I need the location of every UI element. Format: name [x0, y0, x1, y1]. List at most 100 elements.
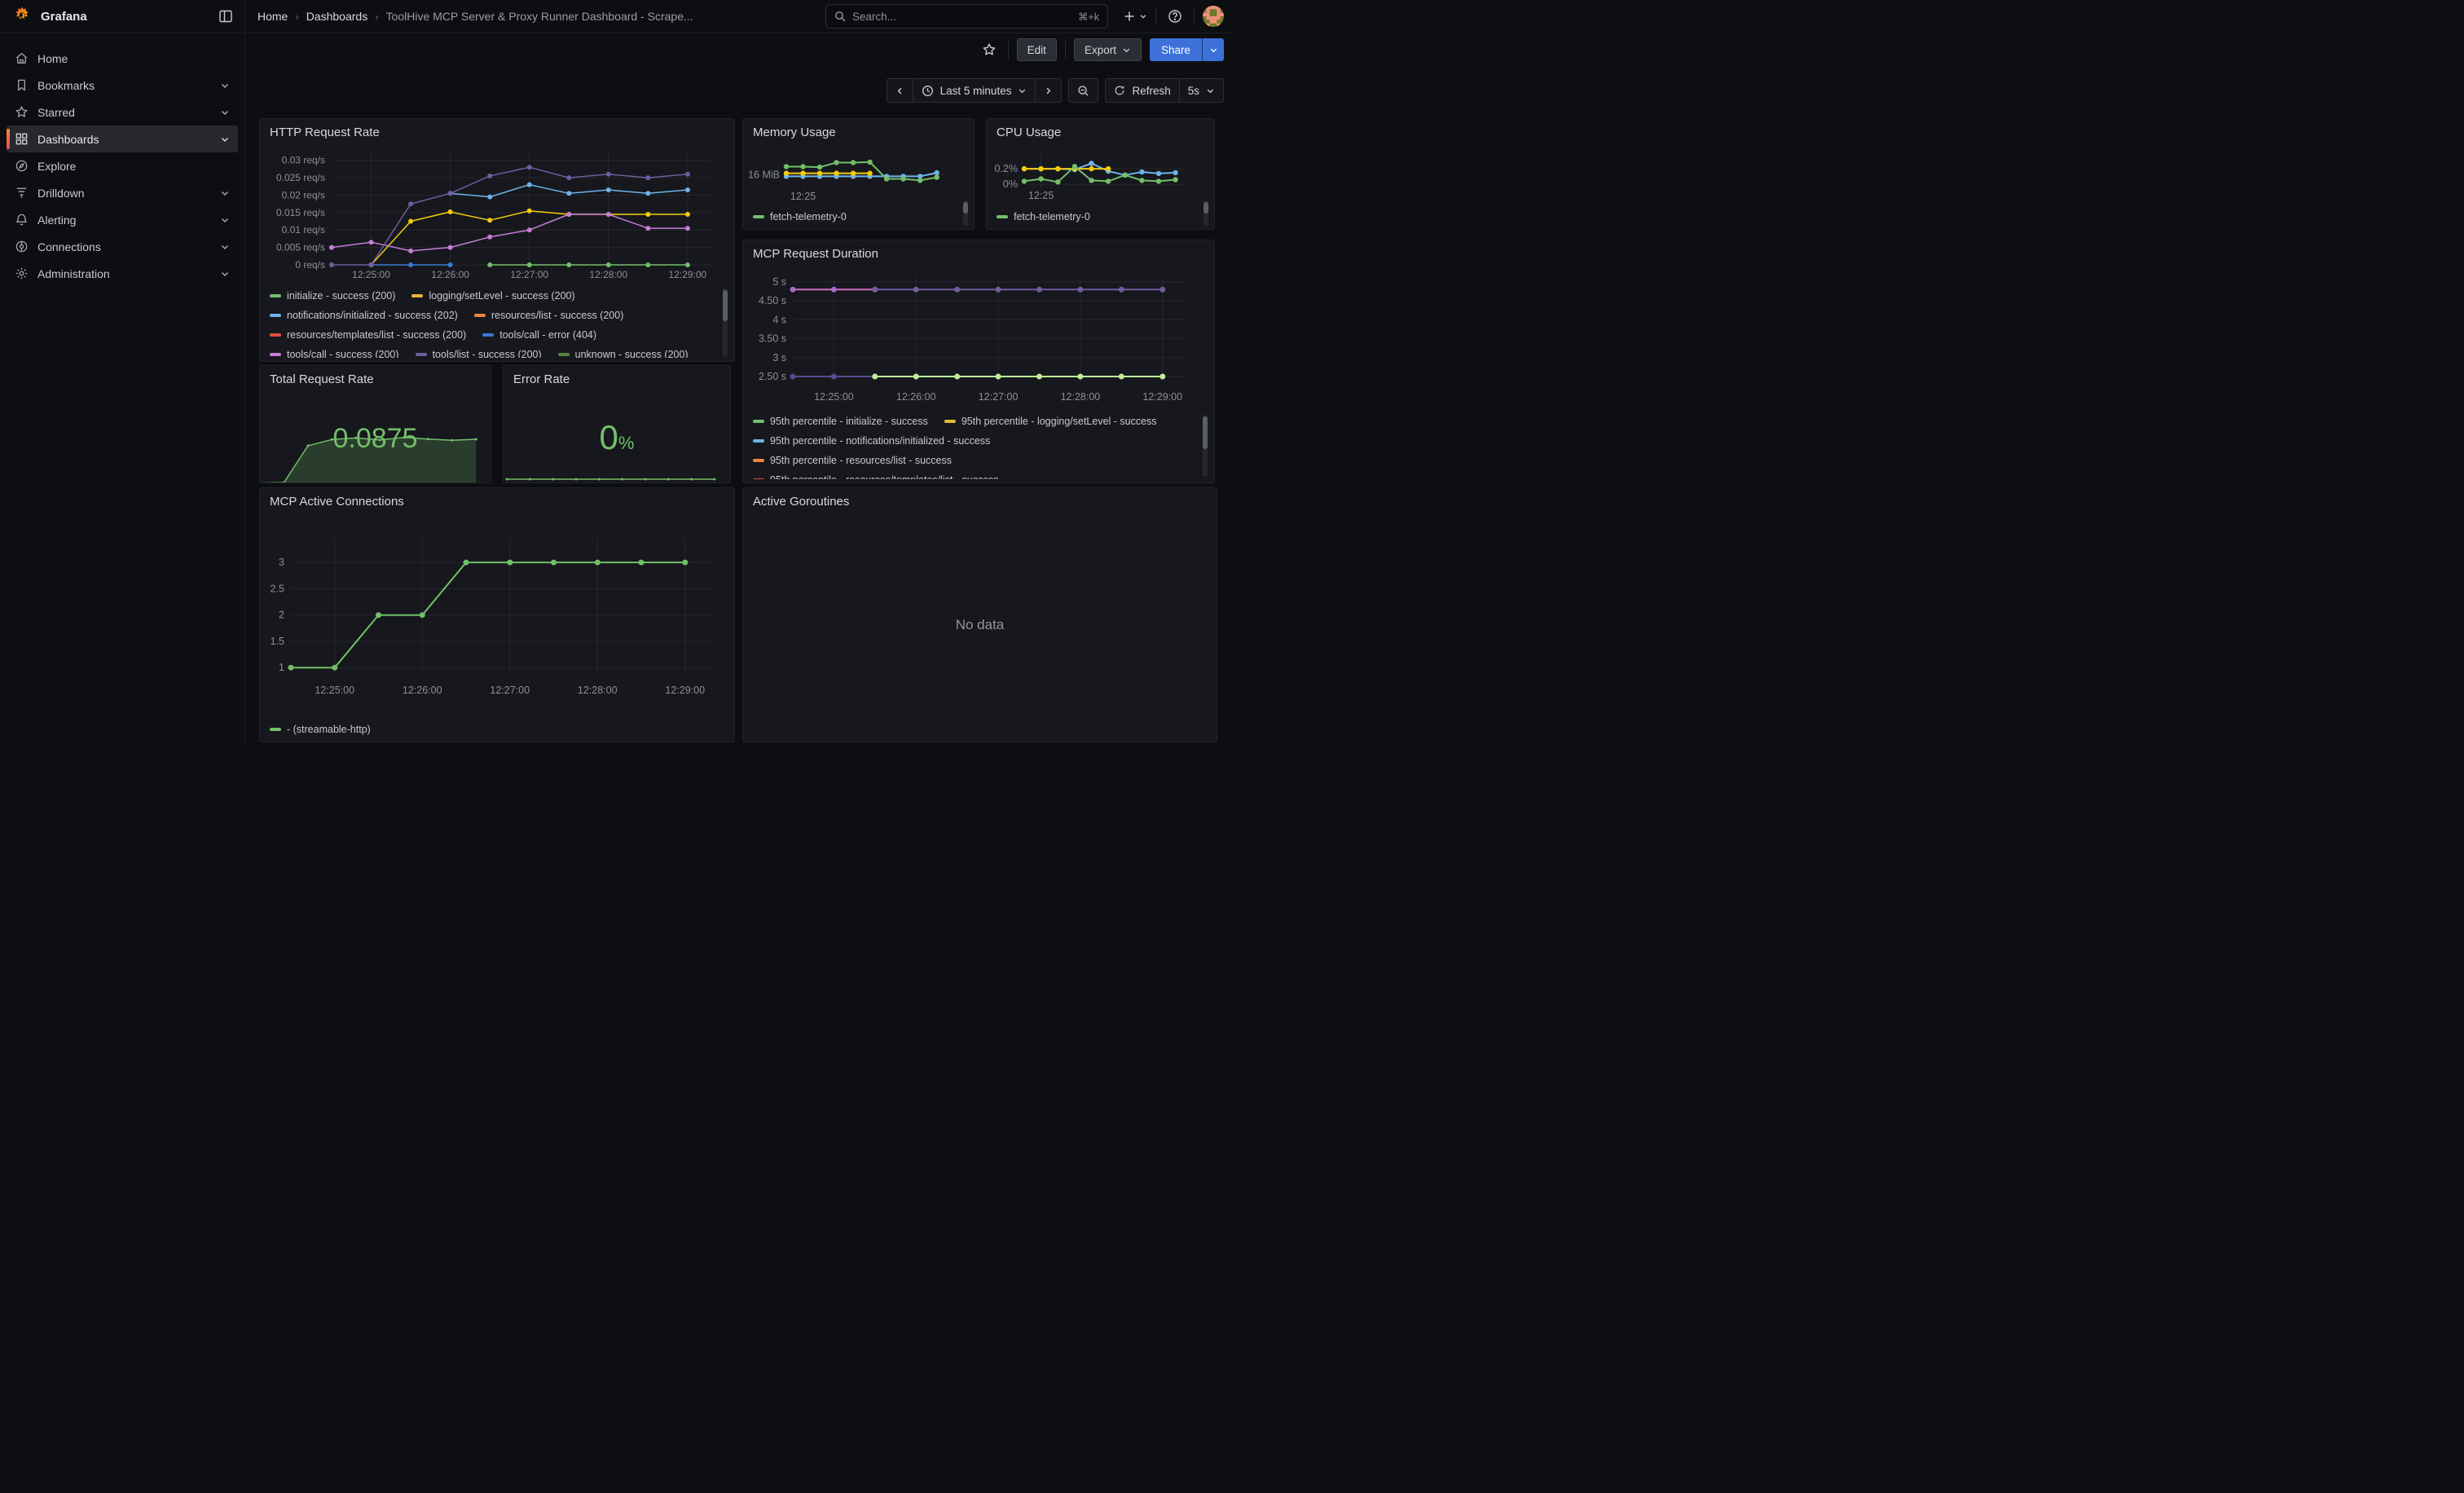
divider	[1194, 7, 1195, 25]
edit-button[interactable]: Edit	[1017, 38, 1057, 61]
svg-text:0.025 req/s: 0.025 req/s	[276, 172, 325, 183]
total-request-rate-value: 0.0875	[260, 423, 491, 455]
panel-http-request-rate: HTTP Request Rate 0.03 req/s0.025 req/s0…	[259, 118, 735, 362]
top-navigation-bar: Home › Dashboards › ToolHive MCP Server …	[244, 0, 1232, 33]
refresh-interval-select[interactable]: 5s	[1179, 79, 1223, 102]
sidebar-item-dashboards[interactable]: Dashboards	[7, 126, 238, 152]
share-menu-button[interactable]	[1202, 38, 1224, 61]
legend-label: 95th percentile - resources/list - succe…	[770, 455, 952, 466]
sidebar-item-administration[interactable]: Administration	[7, 260, 238, 287]
legend-label: initialize - success (200)	[287, 290, 395, 302]
sidebar-item-connections[interactable]: Connections	[7, 233, 238, 260]
zoom-out-button[interactable]	[1069, 79, 1098, 102]
legend-item[interactable]: unknown - success (200)	[558, 349, 689, 358]
scrollbar-thumb[interactable]	[723, 290, 728, 321]
legend-item[interactable]: initialize - success (200)	[270, 290, 395, 302]
legend-scrollbar[interactable]	[1203, 200, 1208, 227]
svg-text:0.015 req/s: 0.015 req/s	[276, 207, 325, 218]
chevron-down-icon[interactable]	[220, 134, 230, 144]
svg-text:0%: 0%	[1003, 178, 1018, 190]
sidebar-item-alerting[interactable]: Alerting	[7, 206, 238, 233]
legend-item[interactable]: 95th percentile - resources/templates/li…	[753, 474, 999, 479]
svg-text:16 MiB: 16 MiB	[748, 170, 780, 181]
sidebar-item-label: Alerting	[37, 214, 76, 227]
grafana-logo-icon[interactable]	[11, 6, 33, 27]
chevron-down-icon[interactable]	[220, 188, 230, 198]
legend-item[interactable]: resources/templates/list - success (200)	[270, 329, 466, 341]
legend-item[interactable]: 95th percentile - resources/list - succe…	[753, 455, 952, 466]
legend-label: 95th percentile - notifications/initiali…	[770, 435, 990, 447]
share-split-button: Share	[1150, 38, 1224, 61]
mcp-active-connections-chart[interactable]: 32.521.5112:25:0012:26:0012:27:0012:28:0…	[260, 488, 735, 720]
sidebar-item-explore[interactable]: Explore	[7, 152, 238, 179]
legend-item[interactable]: notifications/initialized - success (202…	[270, 310, 458, 321]
avatar[interactable]	[1203, 6, 1224, 27]
memory-usage-chart[interactable]: 16 MiB12:25	[743, 119, 975, 213]
legend-item[interactable]: fetch-telemetry-0	[997, 211, 1090, 222]
legend-item[interactable]: tools/call - error (404)	[482, 329, 596, 341]
breadcrumb-dashboards[interactable]: Dashboards	[306, 10, 368, 23]
add-button[interactable]	[1123, 10, 1147, 23]
time-controls: Last 5 minutes Refresh 5s	[887, 78, 1224, 103]
http-request-rate-chart[interactable]: 0.03 req/s0.025 req/s0.02 req/s0.015 req…	[260, 119, 735, 286]
sidebar-item-starred[interactable]: Starred	[7, 99, 238, 126]
svg-text:12:25:00: 12:25:00	[315, 685, 354, 696]
sidebar-item-drilldown[interactable]: Drilldown	[7, 179, 238, 206]
legend-item[interactable]: resources/list - success (200)	[474, 310, 624, 321]
chevron-down-icon[interactable]	[220, 215, 230, 225]
legend-label: resources/list - success (200)	[491, 310, 624, 321]
legend-item[interactable]: 95th percentile - notifications/initiali…	[753, 435, 990, 447]
legend-item[interactable]: tools/list - success (200)	[416, 349, 542, 358]
legend-item[interactable]: logging/setLevel - success (200)	[411, 290, 574, 302]
svg-text:12:27:00: 12:27:00	[510, 269, 548, 280]
legend-swatch	[270, 333, 281, 337]
chevron-down-icon[interactable]	[220, 108, 230, 117]
legend-swatch	[270, 728, 281, 731]
legend-label: 95th percentile - logging/setLevel - suc…	[961, 416, 1157, 427]
breadcrumb-home[interactable]: Home	[257, 10, 288, 23]
svg-text:2.50 s: 2.50 s	[759, 371, 786, 382]
main-area: Home › Dashboards › ToolHive MCP Server …	[244, 0, 1232, 746]
panel-mcp-active-connections: MCP Active Connections 32.521.5112:25:00…	[259, 487, 735, 742]
legend-item[interactable]: 95th percentile - initialize - success	[753, 416, 928, 427]
zoom-out-group	[1068, 78, 1098, 103]
legend-item[interactable]: fetch-telemetry-0	[753, 211, 847, 222]
legend-item[interactable]: tools/call - success (200)	[270, 349, 399, 358]
legend-swatch	[944, 420, 956, 423]
export-button[interactable]: Export	[1074, 38, 1142, 61]
legend-scrollbar[interactable]	[723, 288, 728, 357]
svg-text:12:27:00: 12:27:00	[979, 391, 1019, 403]
error-rate-sparkline[interactable]	[504, 469, 731, 482]
share-button[interactable]: Share	[1150, 38, 1202, 61]
chevron-down-icon[interactable]	[220, 81, 230, 90]
help-icon[interactable]	[1164, 6, 1186, 27]
search-input[interactable]: Search... ⌘+k	[825, 4, 1108, 29]
legend-scrollbar[interactable]	[963, 200, 968, 227]
breadcrumb-current: ToolHive MCP Server & Proxy Runner Dashb…	[386, 10, 693, 23]
scrollbar-thumb[interactable]	[963, 202, 968, 214]
cpu-usage-chart[interactable]: 0.2%0%12:25	[987, 119, 1215, 213]
legend-item[interactable]: - (streamable-http)	[270, 724, 371, 735]
sidebar-item-bookmarks[interactable]: Bookmarks	[7, 72, 238, 99]
chevron-down-icon[interactable]	[220, 242, 230, 252]
svg-text:12:25:00: 12:25:00	[352, 269, 390, 280]
chart-legend: initialize - success (200) logging/setLev…	[270, 286, 716, 358]
sidebar-toggle-icon[interactable]	[218, 9, 233, 24]
legend-item[interactable]: 95th percentile - logging/setLevel - suc…	[944, 416, 1157, 427]
time-shift-back-button[interactable]	[887, 79, 913, 102]
legend-label: 95th percentile - initialize - success	[770, 416, 928, 427]
sidebar-header: Grafana	[0, 0, 244, 33]
legend-scrollbar[interactable]	[1203, 415, 1208, 477]
dashboard-toolbar: Edit Export Share	[979, 37, 1224, 62]
time-range-picker[interactable]: Last 5 minutes	[913, 79, 1036, 102]
sidebar-item-label: Starred	[37, 106, 75, 119]
chevron-down-icon[interactable]	[220, 269, 230, 279]
time-shift-forward-button[interactable]	[1035, 79, 1061, 102]
scrollbar-thumb[interactable]	[1203, 416, 1208, 449]
scrollbar-thumb[interactable]	[1203, 202, 1208, 214]
mcp-request-duration-chart[interactable]: 5 s4.50 s4 s3.50 s3 s2.50 s12:25:0012:26…	[743, 240, 1215, 412]
favorite-star-icon[interactable]	[979, 39, 1000, 60]
sidebar-item-home[interactable]: Home	[7, 45, 238, 72]
refresh-button[interactable]: Refresh	[1106, 79, 1178, 102]
panel-memory-usage: Memory Usage 16 MiB12:25 fetch-telemetry…	[742, 118, 975, 230]
